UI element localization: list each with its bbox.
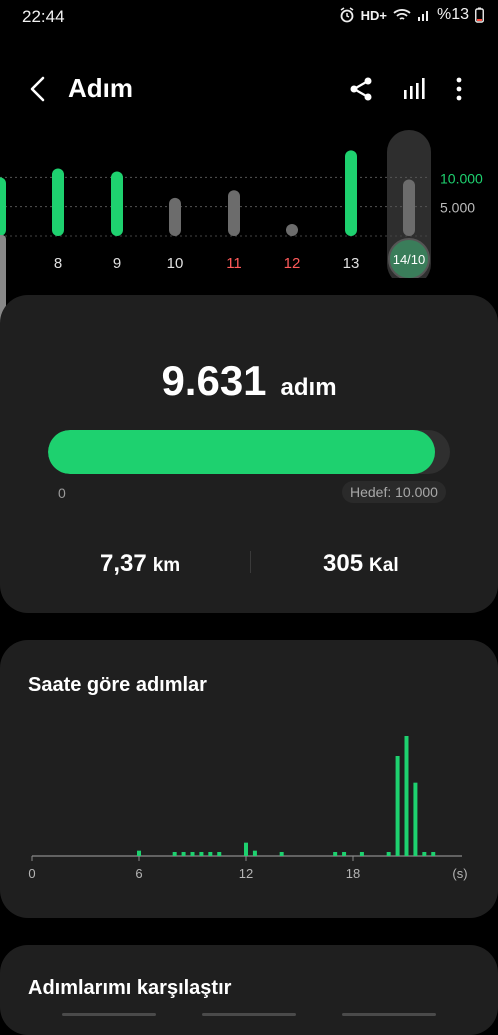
calories-unit: Kal: [369, 555, 399, 576]
goal-axis-label: 10.000: [440, 170, 483, 186]
goal-progress-bar: [48, 430, 450, 474]
day-label-13[interactable]: 13: [343, 255, 360, 272]
weekly-steps-chart[interactable]: 10.0005.0007891011121314/10: [0, 128, 498, 278]
day-label-8[interactable]: 8: [54, 255, 62, 272]
hour-bar: [279, 852, 284, 856]
hour-bar: [333, 852, 338, 856]
steps-unit: adım: [280, 374, 337, 401]
hour-bar: [404, 736, 409, 856]
calories-value: 305: [323, 550, 364, 577]
battery-icon: [475, 7, 484, 23]
steps-value: 9.631: [161, 357, 267, 404]
day-label-9[interactable]: 9: [113, 255, 121, 272]
hourly-steps-chart: 0 6 12 18 (s): [0, 725, 498, 885]
compare-title: Adımlarımı karşılaştır: [28, 977, 232, 999]
hour-bar: [172, 852, 177, 856]
hour-bar: [137, 850, 141, 856]
hour-tick-label: 12: [239, 866, 253, 881]
battery-text: %13: [436, 6, 469, 23]
progress-min-label: 0: [58, 485, 66, 501]
status-bar: 22:44 HD+ %13: [0, 0, 498, 34]
day-label-12[interactable]: 12: [284, 255, 301, 272]
hour-bar: [395, 756, 400, 856]
calories-stat: 305 Kal: [323, 550, 399, 578]
wifi-icon: [393, 8, 411, 22]
steps-total: 9.631 adım: [0, 357, 498, 405]
stat-divider: [250, 551, 251, 573]
nav-home-button[interactable]: [202, 1013, 296, 1016]
hour-tick-label: 18: [346, 866, 360, 881]
alarm-icon: [339, 7, 355, 23]
back-button[interactable]: [24, 72, 54, 106]
goal-progress-fill: [48, 430, 436, 474]
day-bar-9[interactable]: [111, 171, 123, 236]
hour-bar: [208, 852, 213, 856]
hourly-title: Saate göre adımlar: [28, 674, 207, 696]
back-arrow-icon: [24, 76, 54, 110]
hour-bar: [413, 782, 418, 856]
hour-bar: [386, 852, 391, 856]
day-bar-10[interactable]: [169, 197, 181, 236]
day-bar-8[interactable]: [52, 168, 64, 236]
more-vert-icon: [442, 77, 476, 110]
day-label-11[interactable]: 11: [226, 255, 242, 272]
status-icons: HD+ %13: [339, 6, 484, 24]
page-title: Adım: [68, 73, 133, 103]
day-bar-13[interactable]: [345, 150, 357, 236]
nav-recents-button[interactable]: [62, 1013, 156, 1016]
hour-bar: [422, 852, 427, 856]
hour-bar: [342, 852, 347, 856]
distance-value: 7,37: [100, 550, 147, 577]
status-time: 22:44: [22, 7, 65, 26]
more-options-button[interactable]: [442, 72, 476, 106]
hour-bar: [244, 842, 248, 856]
hour-bar: [190, 852, 195, 856]
day-bar-14/10[interactable]: [403, 179, 415, 236]
hourly-steps-svg: 0 6 12 18 (s): [28, 736, 468, 881]
distance-unit: km: [152, 555, 181, 576]
hour-bar: [252, 850, 257, 856]
share-button[interactable]: [344, 72, 378, 106]
hour-tick-label: 0: [28, 866, 35, 881]
day-label-10[interactable]: 10: [167, 255, 184, 272]
bar-chart-icon: [398, 78, 432, 110]
hour-bar: [431, 852, 436, 856]
hour-bar: [199, 852, 204, 856]
day-bar-12[interactable]: [286, 224, 298, 236]
hour-tick-label: (s): [452, 866, 467, 881]
trends-button[interactable]: [398, 72, 432, 106]
signal-icon: [417, 8, 431, 22]
hour-tick-label: 6: [135, 866, 142, 881]
share-icon: [344, 77, 378, 110]
hour-bar: [359, 852, 364, 856]
day-label-14/10: 14/10: [393, 252, 426, 267]
network-label: HD+: [360, 7, 387, 23]
distance-stat: 7,37 km: [100, 550, 180, 578]
weekly-steps-svg[interactable]: 10.0005.0007891011121314/10: [0, 128, 498, 278]
hour-bar: [217, 852, 222, 856]
goal-badge: Hedef: 10.000: [342, 481, 446, 503]
day-bar-11[interactable]: [228, 190, 240, 236]
hour-bar: [181, 852, 186, 856]
nav-back-button[interactable]: [342, 1013, 436, 1016]
day-bar-7[interactable]: [0, 177, 6, 236]
mid-axis-label: 5.000: [440, 200, 475, 216]
